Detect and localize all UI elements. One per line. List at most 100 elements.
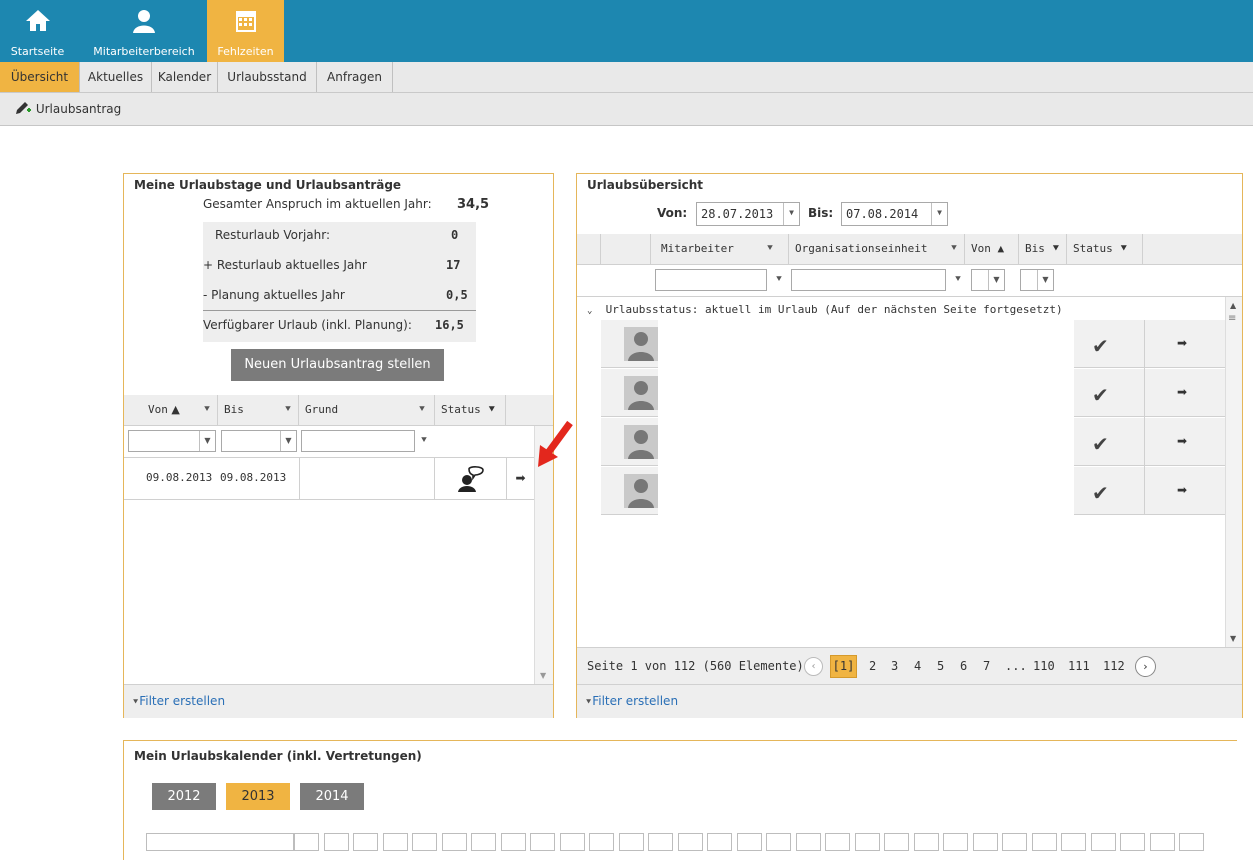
chevron-down-icon[interactable]: ▼: [199, 431, 215, 451]
redacted-area: [658, 320, 1074, 558]
user-icon: [133, 10, 155, 33]
filter-icon[interactable]: ⯆: [775, 274, 783, 285]
page-link[interactable]: 4: [914, 659, 921, 673]
table-row[interactable]: 09.08.2013 09.08.2013 ➡: [124, 458, 534, 500]
action-bar: Urlaubsantrag: [0, 93, 1253, 126]
checkmark-icon: ✔: [1092, 383, 1109, 407]
next-page-button[interactable]: ›: [1135, 656, 1156, 677]
day-cell: [618, 833, 644, 851]
chevron-down-icon[interactable]: ▼: [988, 270, 1004, 290]
column-header-grund[interactable]: Grund ⯆: [299, 395, 435, 425]
day-cell: [972, 833, 998, 851]
page-link[interactable]: 2: [869, 659, 876, 673]
grid-header: Mitarbeiter ⯆ Organisationseinheit ⯆ Von ▲…: [577, 234, 1242, 265]
day-cell: [1090, 833, 1116, 851]
summary-value: 0: [451, 228, 459, 242]
page-link[interactable]: 6: [960, 659, 967, 673]
filter-icon[interactable]: ⯆: [420, 435, 428, 446]
grid-header: Von ▲ ⯆ Bis ⯆ Grund ⯆ Status ⯆: [124, 395, 553, 426]
column-header-bis[interactable]: Bis ⯆: [218, 395, 299, 425]
nav-startseite[interactable]: Startseite: [0, 0, 75, 62]
day-cell: [766, 833, 791, 851]
page-link[interactable]: 112: [1103, 659, 1125, 673]
day-cell: [1120, 833, 1145, 851]
filter-create-link[interactable]: ⯆Filter erstellen: [132, 694, 225, 708]
chevron-down-icon[interactable]: ▼: [280, 431, 296, 451]
panel-footer: ⯆Filter erstellen: [577, 684, 1242, 718]
column-header-von[interactable]: Von ▲ ⯆: [124, 395, 218, 425]
new-request-button[interactable]: Neuen Urlaubsantrag stellen: [231, 349, 444, 381]
gesamt-value: 34,5: [457, 197, 490, 212]
action-label: Urlaubsantrag: [35, 102, 122, 116]
year-button-2012[interactable]: 2012: [152, 783, 216, 810]
grund-filter-input[interactable]: [301, 430, 415, 452]
chevron-down-icon[interactable]: ▼: [783, 203, 799, 225]
day-cell: [353, 833, 378, 851]
page-link[interactable]: 111: [1068, 659, 1090, 673]
column-header-mitarbeiter[interactable]: Mitarbeiter ⯆: [651, 234, 789, 264]
von-filter-input[interactable]: ▼: [128, 430, 216, 452]
page-link[interactable]: 5: [937, 659, 944, 673]
open-arrow-icon[interactable]: ➡: [1177, 385, 1187, 399]
year-button-2013[interactable]: 2013: [226, 783, 290, 810]
tab-bar: Übersicht Aktuelles Kalender Urlaubsstan…: [0, 62, 1253, 93]
row-bis: 09.08.2013: [220, 471, 287, 484]
column-header-organisationseinheit[interactable]: Organisationseinheit ⯆: [789, 234, 965, 264]
page-link[interactable]: 110: [1033, 659, 1055, 673]
chevron-down-icon: ⌄: [587, 306, 593, 316]
open-arrow-icon[interactable]: ➡: [1177, 434, 1187, 448]
add-pen-icon: [16, 102, 31, 114]
nav-mitarbeiterbereich[interactable]: Mitarbeiterbereich: [88, 0, 200, 62]
prev-page-button[interactable]: ‹: [804, 657, 823, 676]
checkmark-icon: ✔: [1092, 481, 1109, 505]
column-header-status[interactable]: Status ⯆: [1067, 234, 1143, 264]
year-button-2014[interactable]: 2014: [300, 783, 364, 810]
chevron-down-icon[interactable]: ▼: [1037, 270, 1053, 290]
calendar-icon: [235, 11, 256, 32]
nav-label: Mitarbeiterbereich: [93, 45, 195, 58]
month-label-cell: [146, 833, 294, 851]
day-cell: [825, 833, 850, 851]
page-link[interactable]: 7: [983, 659, 990, 673]
page-current[interactable]: [1]: [830, 655, 857, 678]
summary-label: - Planung aktuelles Jahr: [203, 288, 345, 302]
filter-icon[interactable]: ⯆: [954, 274, 962, 285]
von-label: Von:: [657, 206, 688, 220]
bis-filter-input[interactable]: ▼: [1020, 269, 1054, 291]
day-cell: [412, 833, 437, 851]
tab-uebersicht[interactable]: Übersicht: [0, 62, 80, 92]
tab-kalender[interactable]: Kalender: [152, 62, 218, 92]
tab-urlaubsstand[interactable]: Urlaubsstand: [218, 62, 317, 92]
nav-fehlzeiten[interactable]: Fehlzeiten: [207, 0, 284, 62]
calendar-panel: Mein Urlaubskalender (inkl. Vertretungen…: [123, 740, 1237, 860]
bis-filter-input[interactable]: ▼: [221, 430, 297, 452]
row-von: 09.08.2013: [146, 471, 213, 484]
panel-title: Mein Urlaubskalender (inkl. Vertretungen…: [134, 749, 422, 763]
open-arrow-icon[interactable]: ➡: [1177, 483, 1187, 497]
day-cell: [530, 833, 555, 851]
summary-value: 0,5: [446, 288, 468, 302]
column-header-von[interactable]: Von ▲: [965, 234, 1019, 264]
von-filter-input[interactable]: ▼: [971, 269, 1005, 291]
bis-date-field[interactable]: 07.08.2014 ▼: [841, 202, 948, 226]
urlaubsantrag-action[interactable]: Urlaubsantrag: [14, 101, 121, 116]
tab-anfragen[interactable]: Anfragen: [317, 62, 393, 92]
open-arrow-icon[interactable]: ➡: [506, 458, 534, 499]
chevron-down-icon[interactable]: ▼: [931, 203, 947, 225]
checkmark-icon: ✔: [1092, 334, 1109, 358]
mitarbeiter-filter-input[interactable]: [655, 269, 767, 291]
open-arrow-icon[interactable]: ➡: [1177, 336, 1187, 350]
day-cell: [500, 833, 526, 851]
tab-aktuelles[interactable]: Aktuelles: [80, 62, 152, 92]
org-filter-input[interactable]: [791, 269, 946, 291]
filter-create-link[interactable]: ⯆Filter erstellen: [585, 694, 678, 708]
column-header-status[interactable]: Status ⯆: [435, 395, 506, 425]
scrollbar[interactable]: ▲ ≡ ▼: [1225, 297, 1242, 647]
von-date-field[interactable]: 28.07.2013 ▼: [696, 202, 800, 226]
group-header[interactable]: ⌄ Urlaubsstatus: aktuell im Urlaub (Auf …: [587, 303, 1063, 316]
summary-table: Resturlaub Vorjahr: 0 + Resturlaub aktue…: [203, 222, 476, 342]
filter-row: ⯆ ⯆ ▼ ▼: [577, 265, 1242, 297]
column-header-bis[interactable]: Bis ⯆: [1019, 234, 1067, 264]
avatar: [624, 376, 658, 410]
page-link[interactable]: 3: [891, 659, 898, 673]
